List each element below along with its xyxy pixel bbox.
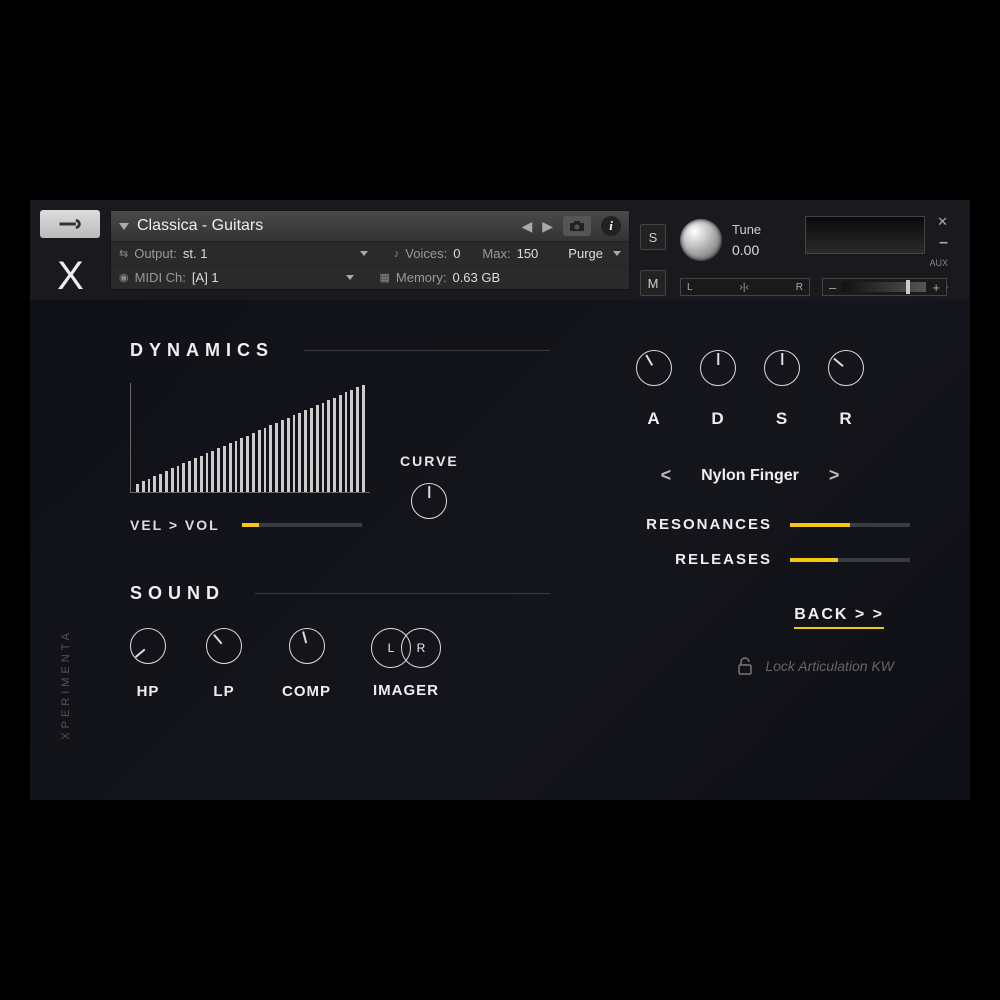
output-meter [805, 216, 925, 254]
lock-articulation-toggle[interactable]: Lock Articulation KW [765, 658, 894, 674]
decay-knob[interactable] [700, 350, 736, 386]
attack-knob[interactable] [636, 350, 672, 386]
volume-strip: – + [822, 278, 947, 296]
release-label: R [828, 409, 864, 429]
purge-button[interactable]: Purge [568, 246, 603, 261]
volume-fader[interactable] [842, 282, 926, 292]
prev-articulation-button[interactable]: < [661, 465, 672, 486]
curve-label: CURVE [400, 453, 459, 469]
volume-minus-button[interactable]: – [829, 280, 836, 295]
imager-right-icon: R [401, 628, 441, 668]
midi-icon: ◉ [119, 271, 129, 284]
aux-label: AUX [929, 258, 948, 268]
memory-label: Memory: [396, 270, 447, 285]
instrument-title: Classica - Guitars [137, 217, 263, 235]
pan-control[interactable]: L ›|‹ R [680, 278, 810, 296]
resonances-label: RESONANCES [646, 516, 772, 533]
releases-label: RELEASES [675, 551, 772, 568]
attack-label: A [636, 409, 672, 429]
instrument-panel: X Classica - Guitars ◀ ▶ i ⇆ Output [30, 200, 970, 800]
comp-label: COMP [282, 683, 331, 700]
articulation-name[interactable]: Nylon Finger [701, 467, 799, 485]
pan-right-label: R [796, 282, 803, 293]
imager-control[interactable]: L R [371, 628, 441, 668]
voices-icon: ♪ [394, 248, 400, 260]
solo-button[interactable]: S [640, 224, 666, 250]
purge-dropdown-icon[interactable] [613, 251, 621, 256]
lock-icon [737, 657, 753, 675]
output-dropdown-icon[interactable] [360, 251, 368, 256]
pan-center-icon: ›|‹ [740, 282, 749, 293]
sustain-label: S [764, 409, 800, 429]
memory-icon: ▦ [380, 271, 390, 284]
tune-value[interactable]: 0.00 [732, 242, 761, 258]
release-knob[interactable] [828, 350, 864, 386]
max-label: Max: [482, 246, 510, 261]
velocity-curve-display [130, 383, 370, 493]
midi-label: MIDI Ch: [135, 270, 186, 285]
tune-knob[interactable] [680, 219, 722, 261]
tune-label: Tune [732, 222, 761, 237]
lp-knob[interactable] [206, 628, 242, 664]
mute-button[interactable]: M [640, 270, 666, 296]
pan-left-label: L [687, 282, 693, 293]
imager-label: IMAGER [371, 682, 441, 699]
instrument-body: XPERIMENTA DYNAMICS CURVE VEL > VOL [30, 300, 970, 800]
midi-value[interactable]: [A] 1 [192, 270, 219, 285]
comp-knob[interactable] [289, 628, 325, 664]
curve-knob[interactable] [411, 483, 447, 519]
voices-label: Voices: [405, 246, 447, 261]
volume-plus-button[interactable]: + [932, 280, 940, 295]
output-icon: ⇆ [119, 247, 128, 260]
sound-title: SOUND [130, 583, 550, 604]
releases-slider[interactable] [790, 558, 910, 562]
minimize-button[interactable]: – [939, 234, 948, 252]
max-value[interactable]: 150 [517, 246, 539, 261]
wrench-icon [56, 215, 84, 233]
back-button[interactable]: BACK > > [590, 606, 910, 629]
hp-label: HP [130, 683, 166, 700]
prev-preset-button[interactable]: ◀ [521, 218, 532, 235]
dynamics-title: DYNAMICS [130, 340, 550, 361]
close-button[interactable]: ✕ [937, 214, 948, 230]
next-preset-button[interactable]: ▶ [542, 218, 553, 235]
velvol-slider[interactable] [242, 523, 362, 527]
header-info-box: Classica - Guitars ◀ ▶ i ⇆ Output: st. 1 [110, 210, 630, 290]
hp-knob[interactable] [130, 628, 166, 664]
wrench-button[interactable] [40, 210, 100, 238]
lp-label: LP [206, 683, 242, 700]
output-label: Output: [134, 246, 177, 261]
brand-logo-x: X [50, 254, 90, 294]
decay-label: D [700, 409, 736, 429]
output-value[interactable]: st. 1 [183, 246, 208, 261]
header: X Classica - Guitars ◀ ▶ i ⇆ Output [40, 210, 950, 290]
info-button[interactable]: i [601, 216, 621, 236]
sustain-knob[interactable] [764, 350, 800, 386]
camera-icon [569, 220, 585, 232]
midi-dropdown-icon[interactable] [346, 275, 354, 280]
velvol-label: VEL > VOL [130, 517, 220, 533]
memory-value: 0.63 GB [452, 270, 500, 285]
snapshot-button[interactable] [563, 216, 591, 236]
next-articulation-button[interactable]: > [829, 465, 840, 486]
brand-vertical: XPERIMENTA [60, 629, 72, 740]
voices-value: 0 [453, 246, 460, 261]
resonances-slider[interactable] [790, 523, 910, 527]
preset-dropdown-icon[interactable] [119, 223, 129, 230]
